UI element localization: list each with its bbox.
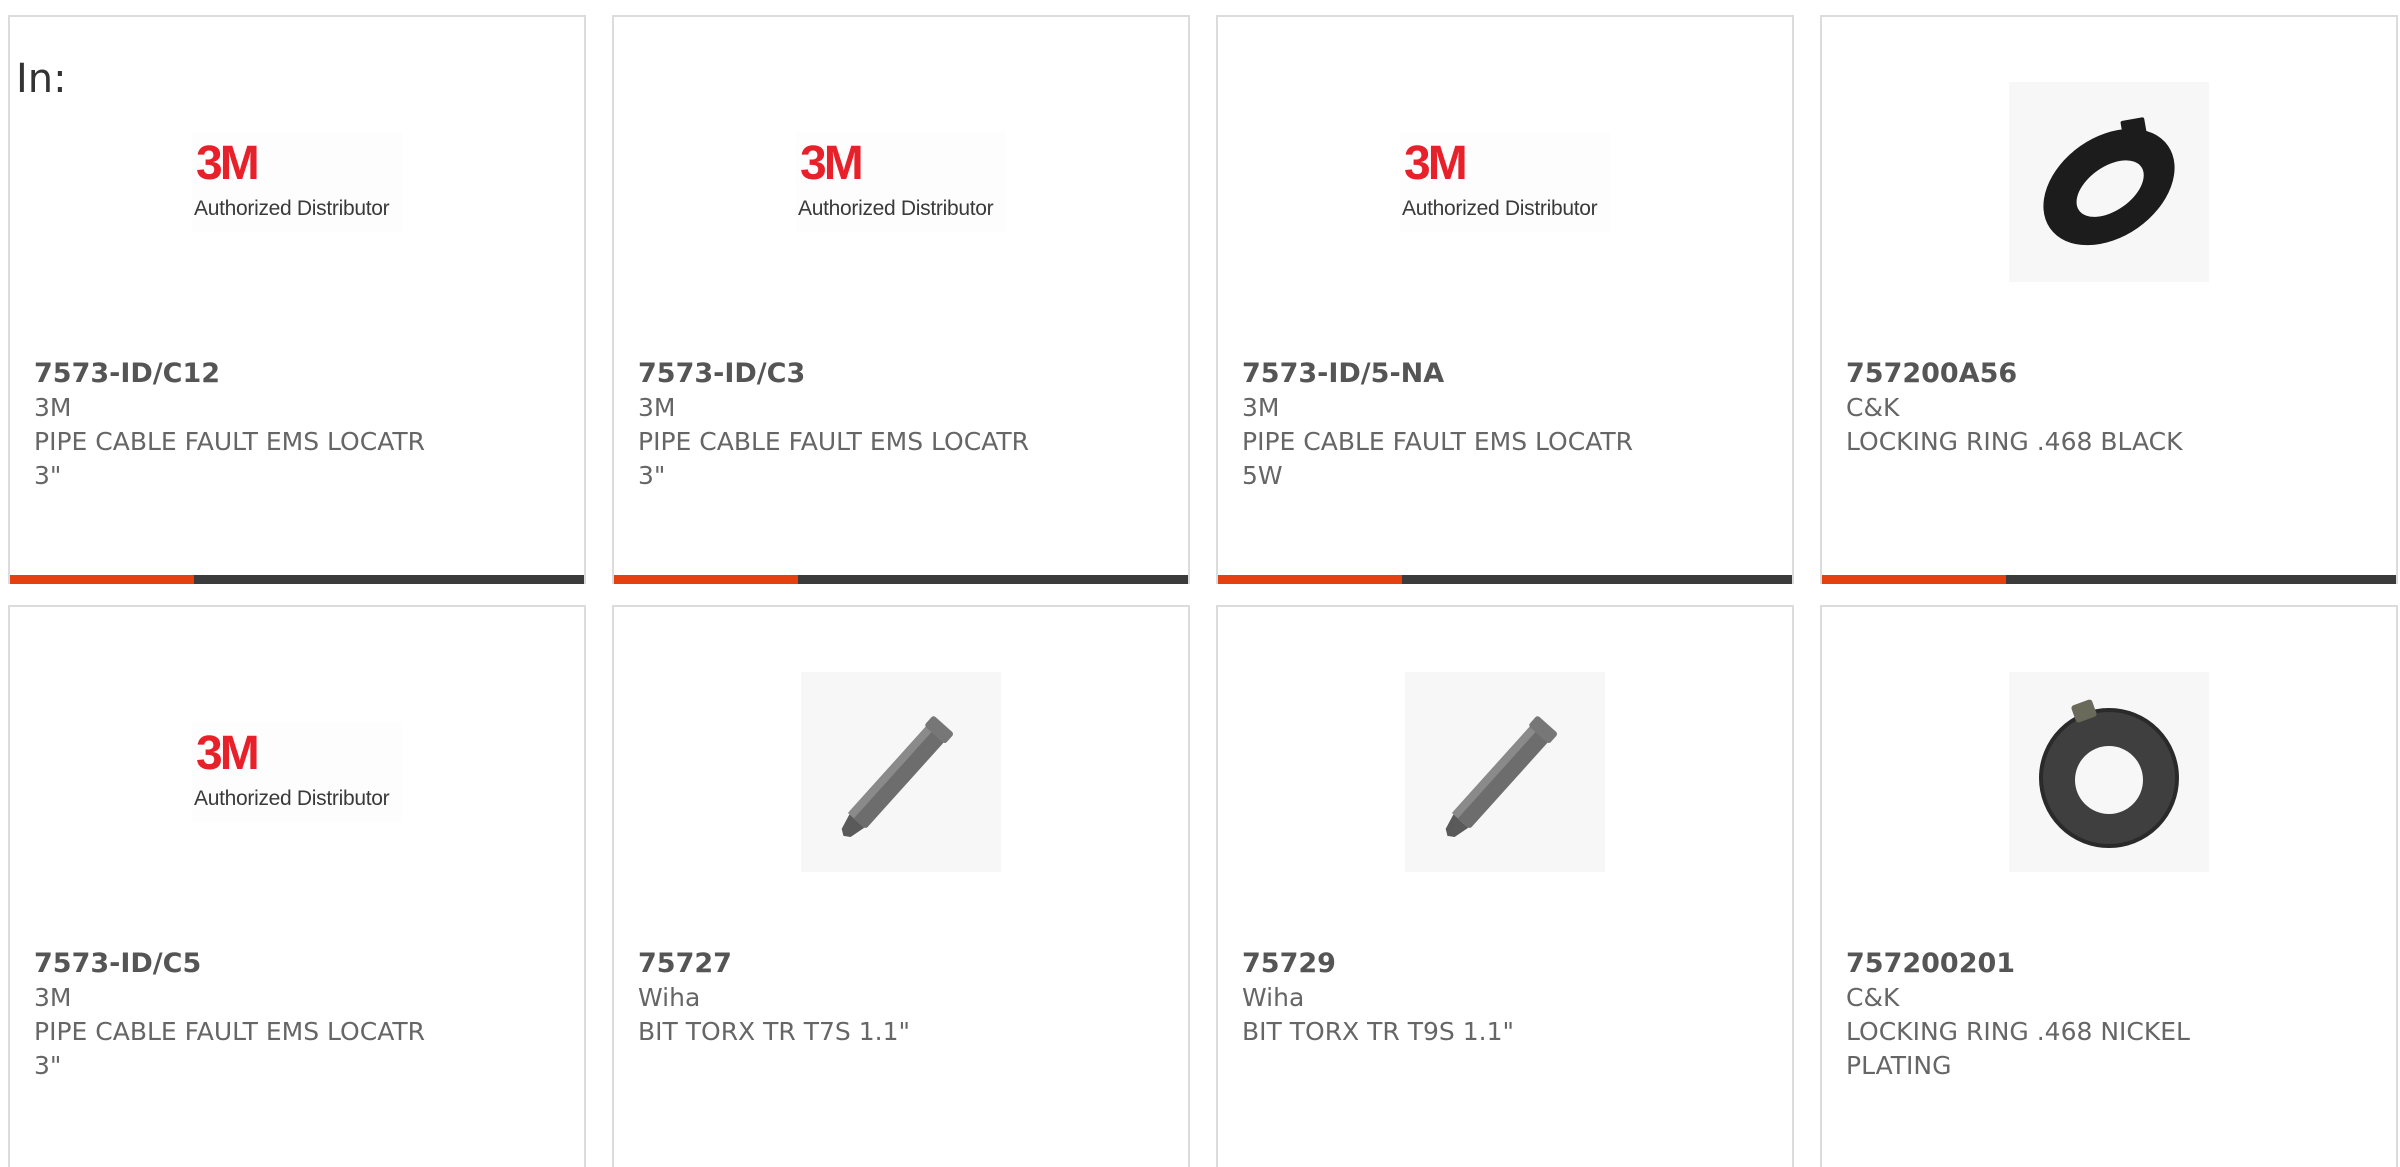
torx-bit-photo (801, 672, 1001, 872)
logo-subtitle: Authorized Distributor (1402, 197, 1598, 220)
product-description: PIPE CABLE FAULT EMS LOCATR 3" (638, 427, 1029, 490)
in-label: In: (16, 56, 67, 102)
locking-ring-icon (2039, 699, 2179, 848)
product-image[interactable] (614, 667, 1188, 877)
product-description: LOCKING RING .468 BLACK (1846, 427, 2183, 456)
progress-bar-accent (10, 575, 194, 584)
progress-bar (1822, 575, 2396, 584)
product-card[interactable]: 3M Authorized Distributor 7573-ID/5-NA 3… (1216, 15, 1794, 584)
progress-bar (1218, 575, 1792, 584)
brand-name: C&K (1846, 393, 1900, 422)
product-image[interactable] (1218, 667, 1792, 877)
3m-authorized-distributor-logo: 3M Authorized Distributor (1400, 132, 1610, 232)
product-info: 75727 Wiha BIT TORX TR T7S 1.1" (638, 947, 1168, 1049)
product-image[interactable] (1822, 77, 2396, 287)
product-info: 7573-ID/C3 3M PIPE CABLE FAULT EMS LOCAT… (638, 357, 1168, 493)
nickel-locking-ring-photo (2009, 672, 2209, 872)
part-number[interactable]: 7573-ID/5-NA (1242, 357, 1772, 391)
product-image[interactable]: 3M Authorized Distributor (614, 77, 1188, 287)
product-grid: In: 3M Authorized Distributor 7573-ID/C1… (0, 0, 2400, 1167)
part-number[interactable]: 75729 (1242, 947, 1772, 981)
product-card[interactable]: 3M Authorized Distributor 7573-ID/C3 3M … (612, 15, 1190, 584)
brand-name: 3M (1242, 393, 1280, 422)
brand-name: 3M (638, 393, 676, 422)
progress-bar (10, 575, 584, 584)
logo-subtitle: Authorized Distributor (194, 787, 390, 810)
progress-bar (614, 575, 1188, 584)
product-description: PIPE CABLE FAULT EMS LOCATR 3" (34, 427, 425, 490)
black-locking-ring-photo (2009, 82, 2209, 282)
brand-name: 3M (34, 393, 72, 422)
brand-name: 3M (34, 983, 72, 1012)
product-info: 757200201 C&K LOCKING RING .468 NICKEL P… (1846, 947, 2376, 1083)
torx-bit-icon (841, 716, 953, 837)
product-card[interactable]: 3M Authorized Distributor 7573-ID/C5 3M … (8, 605, 586, 1167)
progress-bar-accent (614, 575, 798, 584)
logo-subtitle: Authorized Distributor (194, 197, 390, 220)
torx-bit-photo (1405, 672, 1605, 872)
product-card[interactable]: 75729 Wiha BIT TORX TR T9S 1.1" (1216, 605, 1794, 1167)
product-info: 7573-ID/C5 3M PIPE CABLE FAULT EMS LOCAT… (34, 947, 564, 1083)
part-number[interactable]: 7573-ID/C12 (34, 357, 564, 391)
3m-authorized-distributor-logo: 3M Authorized Distributor (192, 132, 402, 232)
part-number[interactable]: 7573-ID/C5 (34, 947, 564, 981)
progress-bar-accent (1822, 575, 2006, 584)
product-card[interactable]: 75727 Wiha BIT TORX TR T7S 1.1" (612, 605, 1190, 1167)
part-number[interactable]: 757200A56 (1846, 357, 2376, 391)
brand-name: Wiha (1242, 983, 1305, 1012)
3m-authorized-distributor-logo: 3M Authorized Distributor (796, 132, 1006, 232)
3m-logo-mark: 3M (1404, 137, 1468, 190)
3m-logo-mark: 3M (196, 727, 260, 780)
product-description: PIPE CABLE FAULT EMS LOCATR 5W (1242, 427, 1633, 490)
part-number[interactable]: 757200201 (1846, 947, 2376, 981)
logo-subtitle: Authorized Distributor (798, 197, 994, 220)
product-image[interactable]: 3M Authorized Distributor (10, 667, 584, 877)
brand-name: C&K (1846, 983, 1900, 1012)
3m-logo-mark: 3M (800, 137, 864, 190)
3m-authorized-distributor-logo: 3M Authorized Distributor (192, 722, 402, 822)
locking-ring-icon (2043, 117, 2175, 246)
product-info: 7573-ID/C12 3M PIPE CABLE FAULT EMS LOCA… (34, 357, 564, 493)
product-description: LOCKING RING .468 NICKEL PLATING (1846, 1017, 2190, 1080)
3m-logo-mark: 3M (196, 137, 260, 190)
product-description: PIPE CABLE FAULT EMS LOCATR 3" (34, 1017, 425, 1080)
product-image[interactable] (1822, 667, 2396, 877)
brand-name: Wiha (638, 983, 701, 1012)
part-number[interactable]: 7573-ID/C3 (638, 357, 1168, 391)
product-description: BIT TORX TR T7S 1.1" (638, 1017, 910, 1046)
product-info: 75729 Wiha BIT TORX TR T9S 1.1" (1242, 947, 1772, 1049)
product-card[interactable]: 757200201 C&K LOCKING RING .468 NICKEL P… (1820, 605, 2398, 1167)
part-number[interactable]: 75727 (638, 947, 1168, 981)
product-image[interactable]: 3M Authorized Distributor (10, 77, 584, 287)
product-card[interactable]: In: 3M Authorized Distributor 7573-ID/C1… (8, 15, 586, 584)
product-image[interactable]: 3M Authorized Distributor (1218, 77, 1792, 287)
product-card[interactable]: 757200A56 C&K LOCKING RING .468 BLACK (1820, 15, 2398, 584)
product-info: 7573-ID/5-NA 3M PIPE CABLE FAULT EMS LOC… (1242, 357, 1772, 493)
product-info: 757200A56 C&K LOCKING RING .468 BLACK (1846, 357, 2376, 459)
torx-bit-icon (1445, 716, 1557, 837)
progress-bar-accent (1218, 575, 1402, 584)
product-description: BIT TORX TR T9S 1.1" (1242, 1017, 1514, 1046)
